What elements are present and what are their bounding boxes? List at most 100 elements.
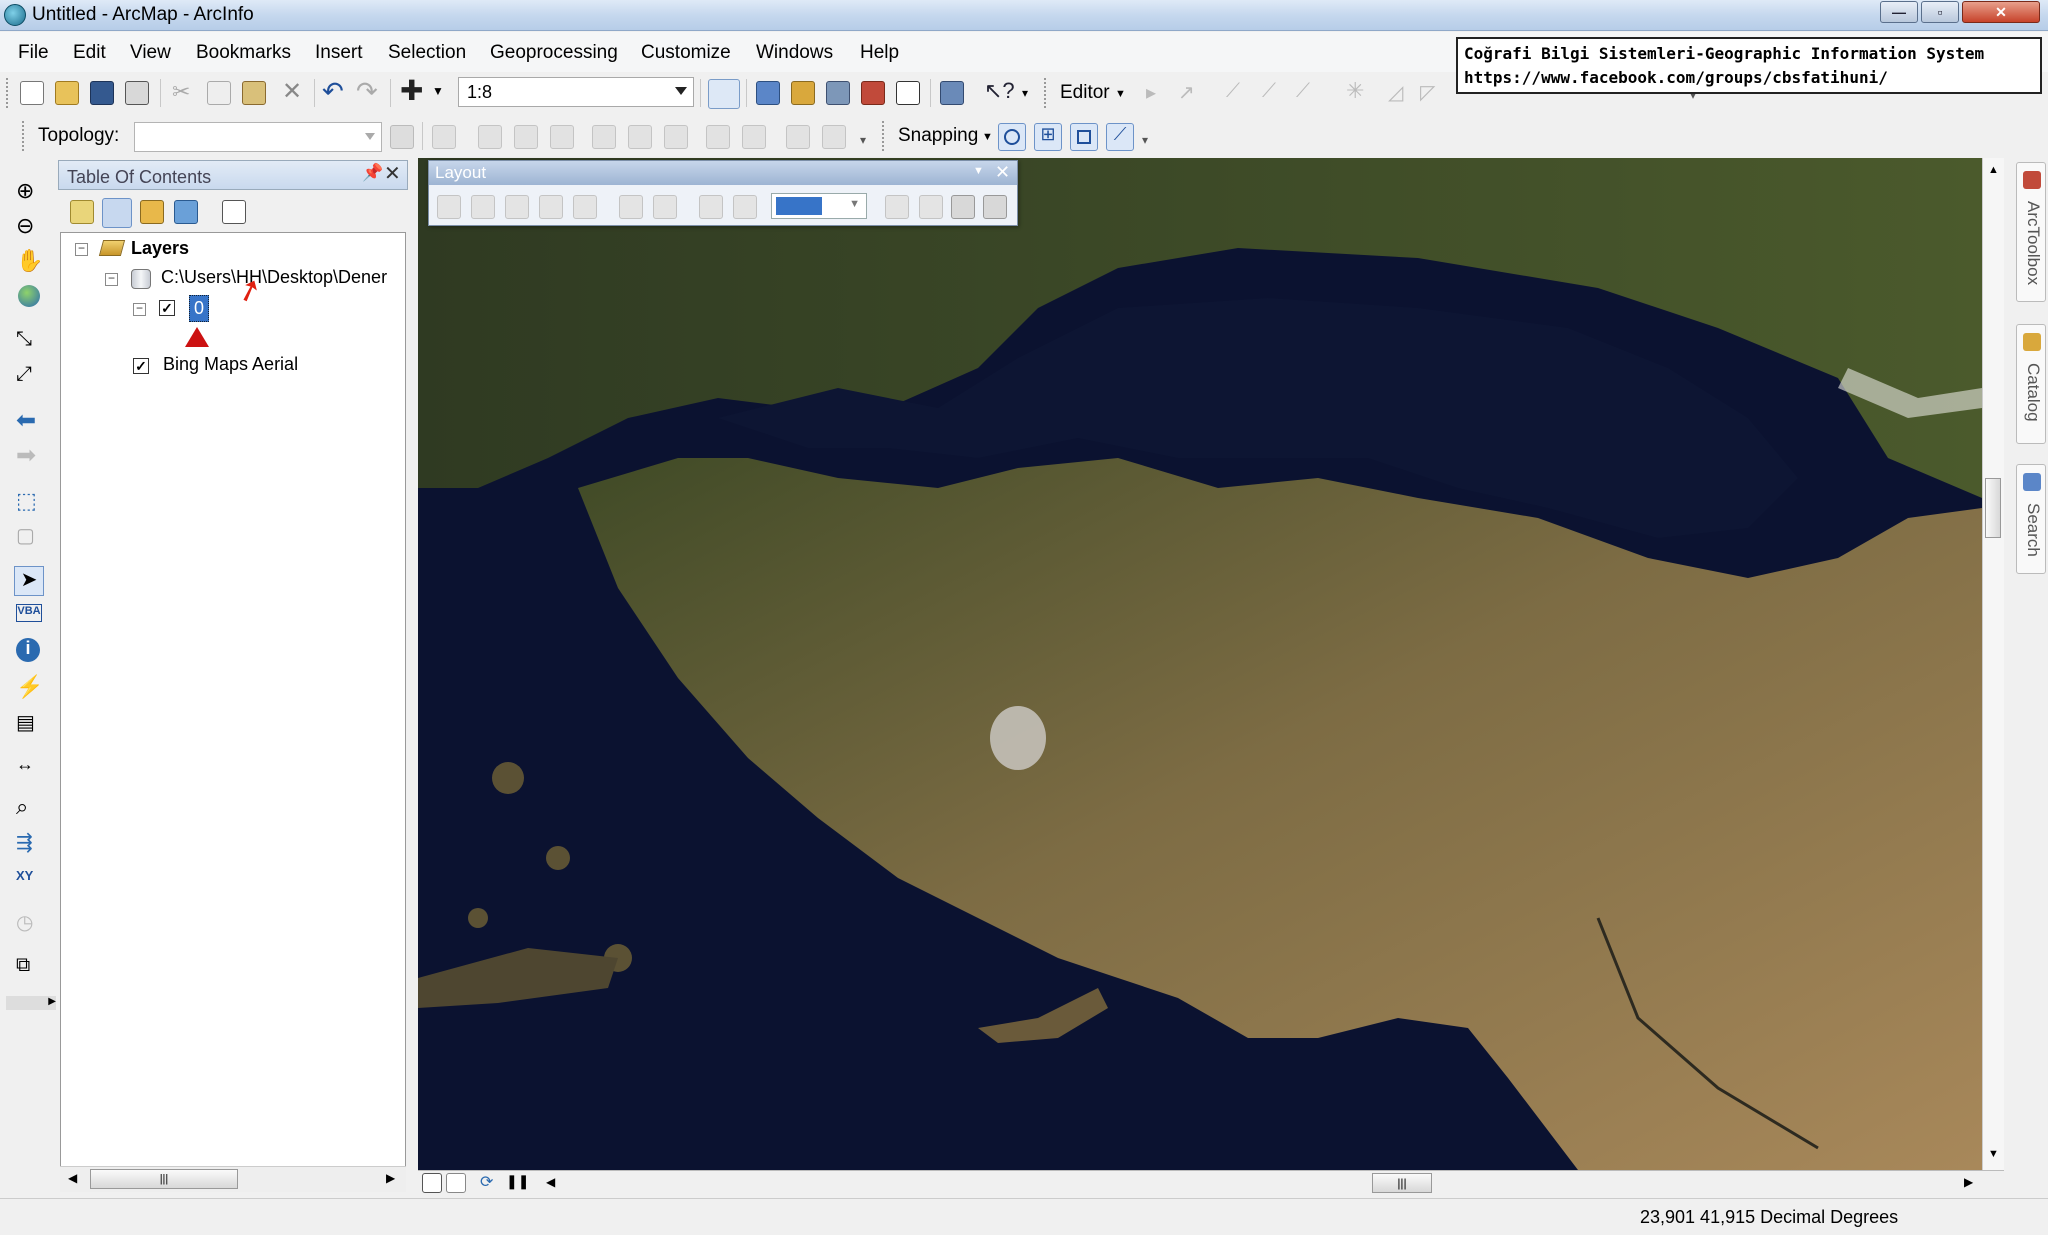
zoom-in-icon[interactable]: ⊕ bbox=[16, 178, 42, 204]
pause-drawing-icon[interactable]: ❚❚ bbox=[506, 1173, 529, 1190]
topology-combo[interactable] bbox=[134, 122, 382, 152]
identify-icon[interactable]: i bbox=[16, 638, 40, 662]
editor-toolbar-icon[interactable] bbox=[708, 79, 740, 109]
menu-selection[interactable]: Selection bbox=[388, 42, 466, 64]
topology-toolbar-options-icon[interactable]: ▾ bbox=[860, 133, 866, 147]
layer-visibility-checkbox[interactable]: ✓ bbox=[159, 300, 175, 316]
list-by-visibility-icon[interactable] bbox=[140, 200, 164, 224]
arcmap-app-icon[interactable] bbox=[4, 4, 26, 26]
menu-customize[interactable]: Customize bbox=[641, 42, 731, 64]
edge-snapping-icon[interactable]: ⟋ bbox=[1106, 123, 1134, 151]
toolbar-grip[interactable] bbox=[22, 121, 26, 151]
toc-options-icon[interactable] bbox=[222, 200, 246, 224]
editor-menu[interactable]: Editor bbox=[1060, 82, 1110, 104]
construct-polygons-icon[interactable] bbox=[664, 125, 688, 149]
zoom-out-icon[interactable]: ⊖ bbox=[16, 213, 42, 239]
select-elements-icon[interactable]: ➤ bbox=[14, 566, 44, 596]
map-display[interactable] bbox=[418, 158, 1982, 1170]
close-icon[interactable]: ✕ bbox=[384, 161, 401, 186]
generalize-icon[interactable] bbox=[550, 125, 574, 149]
change-layout-icon[interactable] bbox=[951, 195, 975, 219]
snapping-menu[interactable]: Snapping bbox=[898, 125, 978, 147]
layout-view-icon[interactable] bbox=[446, 1173, 466, 1193]
close-button[interactable]: ✕ bbox=[1962, 1, 2040, 23]
redo-icon[interactable]: ↷ bbox=[356, 76, 378, 107]
menu-insert[interactable]: Insert bbox=[315, 42, 363, 64]
save-icon[interactable] bbox=[90, 81, 114, 105]
layout-pan-icon[interactable] bbox=[505, 195, 529, 219]
go-to-xy-icon[interactable]: XY bbox=[16, 868, 42, 894]
zoom-whole-page-icon[interactable] bbox=[539, 195, 563, 219]
edit-tool-icon[interactable]: ▸ bbox=[1146, 80, 1156, 105]
table-of-contents-icon[interactable] bbox=[756, 81, 780, 105]
layout-toolbar-title[interactable]: Layout bbox=[429, 161, 1017, 185]
arctoolbox-icon[interactable] bbox=[861, 81, 885, 105]
html-popup-window-icon[interactable]: ▤ bbox=[16, 710, 42, 736]
reshape-feature-icon[interactable]: ◿ bbox=[1388, 80, 1403, 105]
planarize-lines-icon[interactable] bbox=[628, 125, 652, 149]
catalog-window-icon[interactable] bbox=[791, 81, 815, 105]
menu-windows[interactable]: Windows bbox=[756, 42, 833, 64]
feature-layer-name[interactable]: 0 bbox=[189, 295, 210, 322]
list-by-source-icon[interactable] bbox=[102, 198, 132, 228]
vertex-snapping-icon[interactable] bbox=[1070, 123, 1098, 151]
fix-topology-error-icon[interactable] bbox=[786, 125, 810, 149]
select-features-icon[interactable]: ⬚ bbox=[16, 488, 42, 514]
expand-toolbar-icon[interactable]: ▶ bbox=[6, 996, 56, 1010]
maximize-button[interactable]: ▫ bbox=[1921, 1, 1959, 23]
measure-icon[interactable]: ↔ bbox=[16, 754, 42, 780]
list-by-selection-icon[interactable] bbox=[174, 200, 198, 224]
undo-icon[interactable]: ↶ bbox=[322, 76, 344, 107]
fixed-zoom-in-icon[interactable] bbox=[619, 195, 643, 219]
pin-icon[interactable]: 📌 bbox=[362, 163, 383, 183]
menu-help[interactable]: Help bbox=[860, 42, 899, 64]
menu-file[interactable]: File bbox=[18, 42, 49, 64]
scroll-left-icon[interactable]: ◀ bbox=[546, 1175, 555, 1189]
collapse-datasource-icon[interactable]: − bbox=[105, 272, 118, 286]
add-data-icon[interactable]: ✚ bbox=[400, 74, 423, 107]
refresh-icon[interactable]: ⟳ bbox=[480, 1172, 493, 1192]
snapping-dropdown-icon[interactable]: ▼ bbox=[982, 131, 993, 143]
datasource-path[interactable]: C:\Users\HH\Desktop\Dener bbox=[161, 267, 387, 288]
tab-catalog[interactable]: Catalog bbox=[2016, 324, 2046, 444]
model-builder-icon[interactable] bbox=[940, 81, 964, 105]
layout-zoom-out-icon[interactable] bbox=[471, 195, 495, 219]
clear-selection-icon[interactable]: ▢ bbox=[16, 523, 42, 549]
fixed-zoom-out-icon[interactable] bbox=[653, 195, 677, 219]
scroll-right-icon[interactable]: ▶ bbox=[1964, 1175, 1973, 1189]
map-scale-combo[interactable]: 1:8 bbox=[458, 77, 694, 107]
align-edge-icon[interactable] bbox=[514, 125, 538, 149]
cut-icon[interactable]: ✂ bbox=[172, 79, 190, 105]
toolbar-grip[interactable] bbox=[882, 121, 886, 151]
layout-zoom-in-icon[interactable] bbox=[437, 195, 461, 219]
focus-data-frame-icon[interactable] bbox=[919, 195, 943, 219]
point-symbol-triangle-icon[interactable] bbox=[185, 327, 209, 347]
scroll-right-icon[interactable]: ▶ bbox=[386, 1171, 395, 1185]
construct-features-icon[interactable] bbox=[592, 125, 616, 149]
collapse-layers-icon[interactable]: − bbox=[75, 242, 88, 256]
data-view-icon[interactable] bbox=[422, 1173, 442, 1193]
menu-edit[interactable]: Edit bbox=[73, 42, 106, 64]
toolbar-options-icon[interactable]: ▾ bbox=[1022, 86, 1028, 100]
tab-arctoolbox[interactable]: ArcToolbox bbox=[2016, 162, 2046, 302]
go-back-extent-icon[interactable] bbox=[699, 195, 723, 219]
point-snapping-icon[interactable] bbox=[998, 123, 1026, 151]
html-popup-icon[interactable]: VBA bbox=[16, 604, 42, 622]
scroll-thumb[interactable]: ||| bbox=[90, 1169, 238, 1189]
zoom-100-percent-icon[interactable] bbox=[573, 195, 597, 219]
new-document-icon[interactable] bbox=[20, 81, 44, 105]
find-binoculars-icon[interactable]: ⌕ bbox=[16, 794, 42, 820]
collapse-layer-icon[interactable]: − bbox=[133, 302, 146, 316]
whats-this-help-icon[interactable]: ↖? bbox=[984, 78, 1015, 104]
fixed-zoom-in-icon[interactable]: ⤡ bbox=[16, 328, 42, 354]
horizontal-scroll-thumb[interactable]: ||| bbox=[1372, 1173, 1432, 1193]
map-vertical-scrollbar[interactable]: ▲ ▼ bbox=[1982, 158, 2004, 1170]
add-data-dropdown-icon[interactable]: ▼ bbox=[432, 84, 444, 98]
forward-arrow-icon[interactable]: ➡ bbox=[16, 441, 42, 469]
back-arrow-icon[interactable]: ⬅ bbox=[16, 406, 42, 434]
go-forward-extent-icon[interactable] bbox=[733, 195, 757, 219]
error-inspector-icon[interactable] bbox=[822, 125, 846, 149]
scroll-down-icon[interactable]: ▼ bbox=[1988, 1148, 1999, 1160]
chevron-down-icon[interactable] bbox=[365, 133, 375, 140]
end-point-arc-icon[interactable]: ⟋ bbox=[1262, 80, 1276, 103]
